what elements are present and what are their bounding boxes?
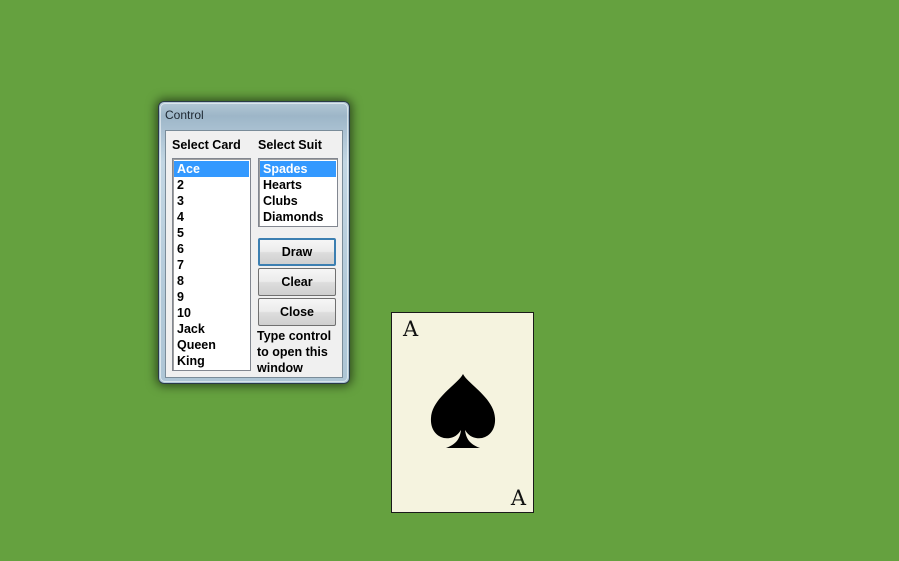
card-option-3[interactable]: 3: [174, 193, 249, 209]
select-card-label: Select Card: [172, 138, 241, 152]
suit-option-clubs[interactable]: Clubs: [260, 193, 336, 209]
draw-button[interactable]: Draw: [258, 238, 336, 266]
control-window: Control Select Card Select Suit Ace 2 3 …: [158, 101, 350, 384]
card-option-jack[interactable]: Jack: [174, 321, 249, 337]
suit-option-diamonds[interactable]: Diamonds: [260, 209, 336, 225]
select-suit-label: Select Suit: [258, 138, 322, 152]
window-client-area: Select Card Select Suit Ace 2 3 4 5 6 7 …: [165, 130, 343, 378]
card-option-2[interactable]: 2: [174, 177, 249, 193]
card-option-king[interactable]: King: [174, 353, 249, 369]
desktop: Control Select Card Select Suit Ace 2 3 …: [0, 0, 899, 561]
card-option-8[interactable]: 8: [174, 273, 249, 289]
card-option-5[interactable]: 5: [174, 225, 249, 241]
card-listbox[interactable]: Ace 2 3 4 5 6 7 8 9 10 Jack Queen King: [172, 158, 251, 371]
card-option-9[interactable]: 9: [174, 289, 249, 305]
window-title[interactable]: Control: [165, 107, 204, 125]
playing-card[interactable]: A A: [391, 312, 534, 513]
clear-button[interactable]: Clear: [258, 268, 336, 296]
suit-listbox[interactable]: Spades Hearts Clubs Diamonds: [258, 158, 338, 227]
suit-option-spades[interactable]: Spades: [260, 161, 336, 177]
spade-icon: [430, 374, 496, 448]
card-option-ace[interactable]: Ace: [174, 161, 249, 177]
card-option-queen[interactable]: Queen: [174, 337, 249, 353]
card-option-4[interactable]: 4: [174, 209, 249, 225]
suit-option-hearts[interactable]: Hearts: [260, 177, 336, 193]
card-option-10[interactable]: 10: [174, 305, 249, 321]
card-option-7[interactable]: 7: [174, 257, 249, 273]
card-rank-bottom: A: [510, 486, 526, 510]
card-rank-top: A: [403, 317, 419, 341]
close-button[interactable]: Close: [258, 298, 336, 326]
card-option-6[interactable]: 6: [174, 241, 249, 257]
hint-text: Type control to open this window: [257, 329, 332, 375]
